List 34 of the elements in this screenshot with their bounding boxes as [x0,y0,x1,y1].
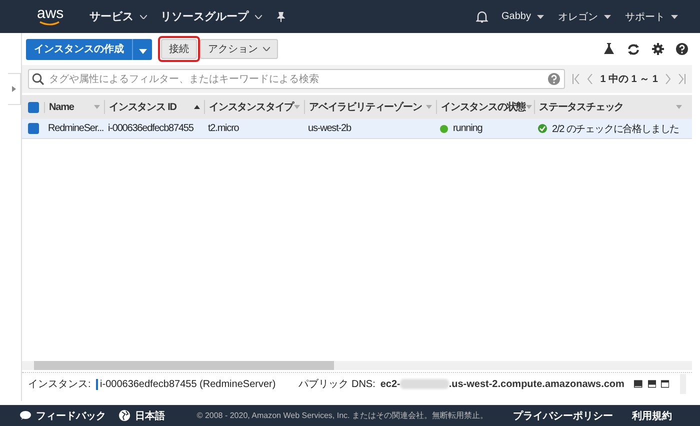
footer-link[interactable]: 利用規約 [632,408,672,422]
connect-button[interactable]: 接続 [161,39,197,59]
nav-menu[interactable]: サービス [90,9,147,24]
column-header[interactable]: Name [49,102,74,112]
table-row[interactable]: RedmineSer... i-000636edfecb87455 t2.micro us-west-2b running 2/2 のチェックに合格しました [22,119,692,139]
language-link[interactable]: 日本語 [135,408,165,422]
pager-text: 1 中の 1 ～ 1 [600,72,658,86]
table-cell-text: 2/2 のチェックに合格しました [552,122,680,136]
table-cell: us-west-2b [308,123,351,134]
nav-menu[interactable]: サポート [625,10,678,24]
create-instance-button[interactable]: インスタンスの作成 [26,38,132,60]
table-cell: RedmineSer... [48,123,104,134]
column-header[interactable]: ステータスチェック [539,100,624,114]
actions-button[interactable]: アクション [200,39,278,59]
dns-value: ec2- [380,378,400,390]
footer-link[interactable]: プライバシーポリシー [513,408,613,422]
table-cell: i-000636edfecb87455 [108,123,194,134]
detail-label: インスタンス: [28,378,91,391]
column-header[interactable]: インスタンス ID [109,100,176,114]
dns-value: .us-west-2.compute.amazonaws.com [448,378,624,390]
nav-menu[interactable]: Gabby [502,11,544,22]
column-header[interactable]: インスタンスの状態 [441,100,526,114]
table-cell: running [453,123,482,134]
column-header[interactable]: アベイラビリティーゾーン [309,100,422,114]
table-cell: t2.micro [208,123,239,134]
column-header[interactable]: インスタンスタイプ [209,100,294,114]
nav-menu[interactable]: オレゴン [558,10,611,24]
nav-menu[interactable]: リソースグループ [160,9,262,24]
detail-label: パブリック DNS: [298,378,376,391]
feedback-link[interactable]: フィードバック [36,408,106,422]
instance-value: i-000636edfecb87455 (RedmineServer) [100,378,276,390]
copyright-text: © 2008 - 2020, Amazon Web Services, Inc. またはその関連会社。無断転用禁止。 [196,410,488,421]
aws-logo[interactable]: aws [37,7,64,21]
search-field[interactable]: タグや属性によるフィルター、またはキーワードによる検索 [28,69,566,89]
